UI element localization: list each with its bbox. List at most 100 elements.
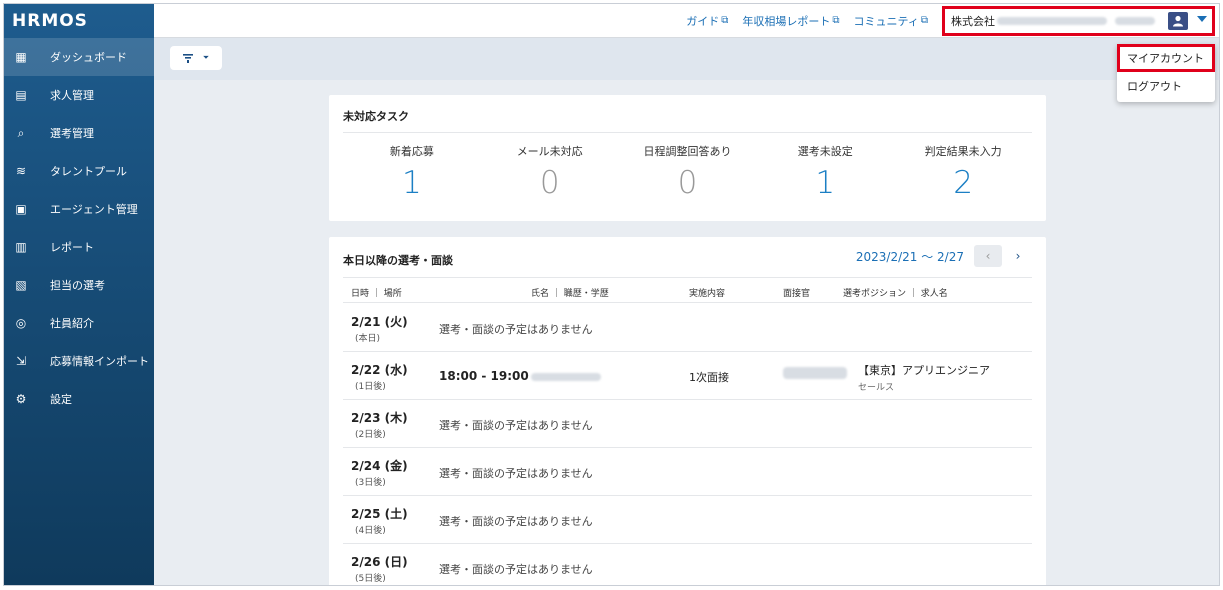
sidebar-item-label: ダッシュボード bbox=[50, 51, 127, 64]
header-link[interactable]: ガイド ⧉ bbox=[686, 13, 728, 29]
task-item[interactable]: メール未対応 0 bbox=[481, 143, 619, 201]
column-datetime: 日時 ｜ 場所 bbox=[351, 289, 402, 299]
table-row[interactable]: 2/23 (木) (2日後) 選考・面談の予定はありません bbox=[343, 400, 1032, 448]
no-schedule-message: 選考・面談の予定はありません bbox=[439, 515, 593, 528]
sidebar-item[interactable]: ▦ ダッシュボード bbox=[4, 38, 154, 76]
no-schedule-message: 選考・面談の予定はありません bbox=[439, 419, 593, 432]
task-count[interactable]: 0 bbox=[481, 165, 619, 201]
sidebar-item[interactable]: ▣ エージェント管理 bbox=[4, 190, 154, 228]
sidebar-item[interactable]: ≋ タレントプール bbox=[4, 152, 154, 190]
task-item[interactable]: 判定結果未入力 2 bbox=[894, 143, 1032, 201]
clipboard-icon: ▧ bbox=[15, 278, 27, 292]
company-name-redacted bbox=[997, 16, 1107, 25]
upcoming-schedule-card: 本日以降の選考・面談 2023/2/21 ～ 2/27 ‹ › 日時 ｜ 場所 … bbox=[329, 237, 1046, 585]
table-row[interactable]: 2/21 (火) (本日) 選考・面談の予定はありません bbox=[343, 304, 1032, 352]
chevron-down-icon[interactable] bbox=[1197, 15, 1207, 22]
external-link-icon: ⧉ bbox=[721, 15, 729, 26]
pending-tasks-card: 未対応タスク 新着応募 1 メール未対応 0 日程調整回答あり 0 選考未設定 1 判定結果未入… bbox=[329, 95, 1046, 221]
task-count[interactable]: 1 bbox=[756, 165, 894, 201]
header-link-label: ガイド bbox=[686, 14, 720, 28]
sidebar-item[interactable]: ⇲ 応募情報インポート bbox=[4, 342, 154, 380]
table-row[interactable]: 2/24 (金) (3日後) 選考・面談の予定はありません bbox=[343, 448, 1032, 496]
sidebar-item[interactable]: ▧ 担当の選考 bbox=[4, 266, 154, 304]
sidebar-item-label: 求人管理 bbox=[50, 89, 94, 102]
sidebar-item[interactable]: ▥ レポート bbox=[4, 228, 154, 266]
row-date: 2/26 (日) bbox=[351, 555, 408, 569]
column-interviewer: 面接官 bbox=[783, 289, 811, 299]
no-schedule-message: 選考・面談の予定はありません bbox=[439, 563, 593, 576]
sidebar-item[interactable]: ▤ 求人管理 bbox=[4, 76, 154, 114]
chevron-down-icon: ⏷ bbox=[202, 53, 210, 62]
row-time: 18:00 - 19:00 bbox=[439, 369, 529, 383]
briefcase-icon: ▣ bbox=[15, 202, 27, 216]
sidebar-item-label: タレントプール bbox=[50, 165, 127, 178]
column-name: 氏名 ｜ 職歴・学歴 bbox=[531, 289, 609, 299]
task-label: メール未対応 bbox=[516, 145, 583, 158]
top-header: ガイド ⧉ 年収相場レポート ⧉ コミュニティ ⧉ 株式会社 bbox=[154, 4, 1219, 38]
task-count[interactable]: 2 bbox=[894, 165, 1032, 201]
app-window: HRMOS ▦ ダッシュボード ▤ 求人管理 ⌕ 選考管理 ≋ タレントプール ▣ エージェント管… bbox=[3, 3, 1220, 586]
date-range-control: 2023/2/21 ～ 2/27 ‹ › bbox=[856, 245, 1032, 267]
sidebar-item[interactable]: ⌕ 選考管理 bbox=[4, 114, 154, 152]
column-position: 選考ポジション ｜ 求人名 bbox=[843, 289, 948, 299]
row-relative-day: (3日後) bbox=[355, 478, 386, 488]
search-icon: ⌕ bbox=[17, 125, 25, 140]
sidebar-item[interactable]: ⚙ 設定 bbox=[4, 380, 154, 418]
table-header: 日時 ｜ 場所 氏名 ｜ 職歴・学歴 実施内容 面接官 選考ポジション ｜ 求人… bbox=[343, 277, 1032, 303]
user-name-redacted bbox=[1115, 16, 1155, 25]
app-logo: HRMOS bbox=[12, 11, 88, 31]
row-relative-day: (4日後) bbox=[355, 526, 386, 536]
account-menu: マイアカウント ログアウト bbox=[1117, 44, 1215, 102]
row-relative-day: (1日後) bbox=[355, 382, 386, 392]
no-schedule-message: 選考・面談の予定はありません bbox=[439, 467, 593, 480]
account-switcher[interactable]: 株式会社 bbox=[942, 5, 1215, 36]
sidebar-item-label: レポート bbox=[50, 241, 94, 254]
external-link-icon: ⧉ bbox=[832, 15, 840, 26]
header-link[interactable]: コミュニティ ⧉ bbox=[854, 13, 928, 29]
bar-chart-icon: ▥ bbox=[15, 240, 27, 254]
row-date: 2/25 (土) bbox=[351, 507, 408, 521]
table-row[interactable]: 2/22 (水) (1日後) 18:00 - 19:00 1次面接 【東京】アプリエンジ… bbox=[343, 352, 1032, 400]
gear-icon: ⚙ bbox=[15, 392, 27, 406]
table-row[interactable]: 2/26 (日) (5日後) 選考・面談の予定はありません bbox=[343, 544, 1032, 585]
swimmer-icon: ≋ bbox=[15, 164, 27, 178]
interviewer-redacted bbox=[783, 367, 847, 379]
row-date: 2/21 (火) bbox=[351, 315, 408, 329]
header-link-label: 年収相場レポート bbox=[742, 14, 831, 28]
sidebar-item-label: 設定 bbox=[50, 393, 72, 406]
user-icon bbox=[1173, 15, 1183, 26]
row-job-title: セールス bbox=[858, 383, 895, 393]
sidebar-item[interactable]: ◎ 社員紹介 bbox=[4, 304, 154, 342]
task-count[interactable]: 0 bbox=[619, 165, 757, 201]
people-icon: ◎ bbox=[15, 316, 27, 330]
row-date: 2/22 (水) bbox=[351, 363, 408, 377]
task-item[interactable]: 選考未設定 1 bbox=[756, 143, 894, 201]
divider bbox=[343, 132, 1032, 133]
header-link-label: コミュニティ bbox=[853, 14, 919, 28]
row-relative-day: (本日) bbox=[355, 334, 381, 344]
task-label: 新着応募 bbox=[389, 145, 434, 158]
filter-button[interactable]: ⏷ bbox=[170, 46, 222, 70]
column-content: 実施内容 bbox=[689, 289, 726, 299]
task-label: 日程調整回答あり bbox=[643, 145, 732, 158]
logout-menu-item[interactable]: ログアウト bbox=[1117, 72, 1215, 100]
task-item[interactable]: 新着応募 1 bbox=[343, 143, 481, 201]
sidebar-item-label: 選考管理 bbox=[50, 127, 94, 140]
external-link-icon: ⧉ bbox=[920, 15, 928, 26]
header-link[interactable]: 年収相場レポート ⧉ bbox=[742, 13, 839, 29]
sidebar: HRMOS ▦ ダッシュボード ▤ 求人管理 ⌕ 選考管理 ≋ タレントプール ▣ エージェント管… bbox=[4, 4, 154, 585]
my-account-menu-item[interactable]: マイアカウント bbox=[1117, 44, 1215, 72]
sidebar-item-label: エージェント管理 bbox=[50, 203, 138, 216]
row-position[interactable]: 【東京】アプリエンジニア bbox=[858, 362, 990, 378]
task-item[interactable]: 日程調整回答あり 0 bbox=[619, 143, 757, 201]
task-count[interactable]: 1 bbox=[343, 165, 481, 201]
document-icon: ▤ bbox=[15, 88, 27, 102]
candidate-name-redacted[interactable] bbox=[531, 373, 601, 381]
table-row[interactable]: 2/25 (土) (4日後) 選考・面談の予定はありません bbox=[343, 496, 1032, 544]
row-date: 2/24 (金) bbox=[351, 459, 408, 473]
task-label: 判定結果未入力 bbox=[924, 145, 1002, 158]
import-icon: ⇲ bbox=[15, 354, 27, 368]
next-week-button[interactable]: › bbox=[1004, 245, 1032, 267]
prev-week-button[interactable]: ‹ bbox=[974, 245, 1002, 267]
avatar[interactable] bbox=[1168, 11, 1188, 30]
